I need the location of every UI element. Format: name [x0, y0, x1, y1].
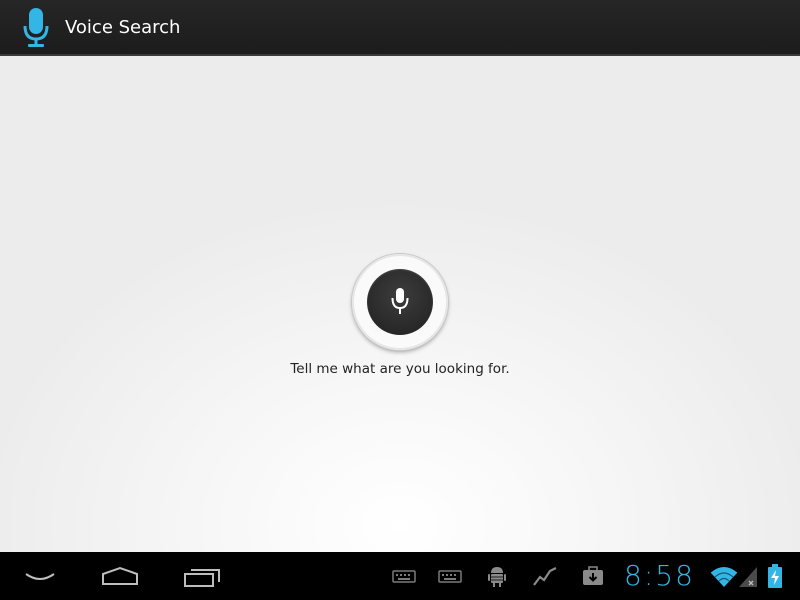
back-icon: [25, 573, 55, 580]
microphone-icon: [391, 288, 409, 314]
home-icon: [102, 566, 138, 585]
keyboard-icon[interactable]: [438, 564, 462, 588]
keyboard-icon[interactable]: [392, 564, 416, 588]
wifi-icon[interactable]: [710, 564, 738, 590]
mic-button-ring: [352, 254, 448, 350]
app-title: Voice Search: [65, 17, 181, 38]
recent-apps-icon: [184, 569, 220, 587]
voice-search-content: Tell me what are you looking for.: [0, 56, 800, 552]
download-icon[interactable]: [581, 564, 605, 588]
voice-prompt-text: Tell me what are you looking for.: [290, 361, 510, 377]
recent-apps-button[interactable]: [174, 552, 230, 600]
mic-button[interactable]: [367, 269, 433, 335]
home-button[interactable]: [92, 552, 148, 600]
system-bar: 8:58: [0, 552, 800, 600]
activity-graph-icon[interactable]: [533, 564, 557, 588]
android-debug-icon[interactable]: [485, 564, 509, 588]
back-button[interactable]: [12, 552, 68, 600]
action-bar: Voice Search: [0, 0, 800, 56]
microphone-icon[interactable]: [22, 6, 50, 50]
clock[interactable]: 8:58: [624, 557, 695, 595]
cellular-signal-icon[interactable]: [738, 565, 758, 589]
screen: Voice Search Tell me what are you lookin…: [0, 0, 800, 600]
battery-charging-icon[interactable]: [766, 563, 784, 589]
